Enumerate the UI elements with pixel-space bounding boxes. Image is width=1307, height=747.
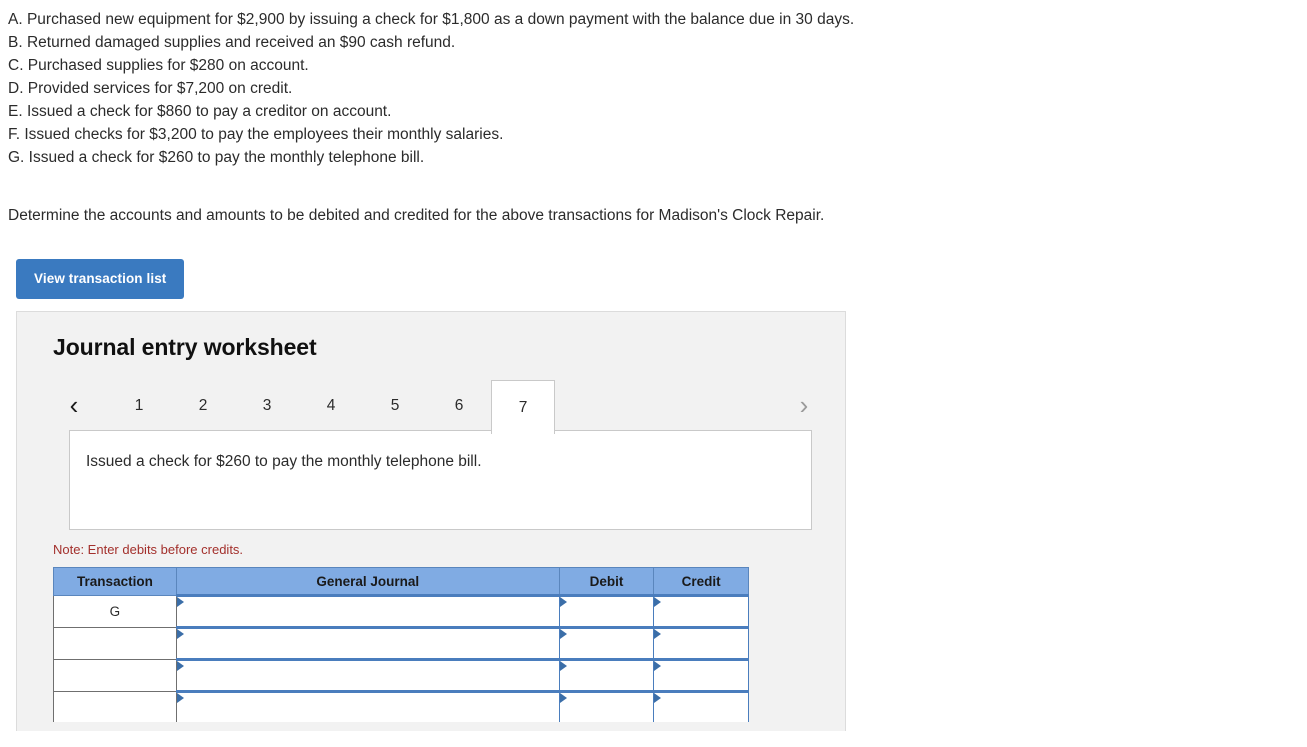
cell-general-journal-select[interactable] — [175, 594, 560, 628]
journal-entry-worksheet-panel: Journal entry worksheet ‹ › 1 2 3 4 5 6 … — [16, 311, 846, 731]
transaction-line-d: D. Provided services for $7,200 on credi… — [8, 80, 293, 97]
tab-1[interactable]: 1 — [107, 380, 171, 430]
table-row — [53, 690, 749, 722]
page-root: A. Purchased new equipment for $2,900 by… — [0, 0, 1307, 731]
header-general-journal: General Journal — [175, 567, 560, 596]
worksheet-tab-bar: ‹ › 1 2 3 4 5 6 7 — [17, 380, 845, 434]
cell-debit-input[interactable] — [558, 626, 655, 660]
cell-general-journal-select[interactable] — [175, 626, 560, 660]
tab-5[interactable]: 5 — [363, 380, 427, 430]
transaction-line-c: C. Purchased supplies for $280 on accoun… — [8, 57, 309, 74]
view-transaction-list-button[interactable]: View transaction list — [16, 259, 185, 299]
cell-transaction — [53, 691, 177, 722]
cell-credit-input[interactable] — [653, 594, 749, 628]
chevron-right-icon[interactable]: › — [787, 380, 821, 430]
table-header-row: Transaction General Journal Debit Credit — [53, 567, 749, 596]
table-row — [53, 658, 749, 692]
tab-4[interactable]: 4 — [299, 380, 363, 430]
transaction-line-g: G. Issued a check for $260 to pay the mo… — [8, 149, 425, 166]
cell-transaction: G — [53, 595, 177, 628]
cell-credit-input[interactable] — [653, 690, 749, 722]
transaction-line-b: B. Returned damaged supplies and receive… — [8, 34, 456, 51]
cell-debit-input[interactable] — [558, 594, 655, 628]
tab-6[interactable]: 6 — [427, 380, 491, 430]
worksheet-title: Journal entry worksheet — [53, 334, 317, 360]
instruction-text: Determine the accounts and amounts to be… — [8, 207, 825, 224]
header-credit: Credit — [653, 567, 749, 596]
transaction-line-f: F. Issued checks for $3,200 to pay the e… — [8, 126, 504, 143]
cell-credit-input[interactable] — [653, 658, 749, 692]
journal-table-wrapper: Transaction General Journal Debit Credit… — [17, 557, 845, 722]
tab-2[interactable]: 2 — [171, 380, 235, 430]
cell-transaction — [53, 627, 177, 660]
transaction-line-e: E. Issued a check for $860 to pay a cred… — [8, 103, 392, 120]
table-row — [53, 626, 749, 660]
cell-credit-input[interactable] — [653, 626, 749, 660]
cell-transaction — [53, 659, 177, 692]
worksheet-tabs: 1 2 3 4 5 6 7 — [107, 380, 555, 434]
header-debit: Debit — [558, 567, 655, 596]
debits-before-credits-note: Note: Enter debits before credits. — [53, 542, 244, 557]
transaction-description-box: Issued a check for $260 to pay the month… — [69, 430, 812, 530]
chevron-left-icon[interactable]: ‹ — [57, 380, 91, 430]
cell-general-journal-select[interactable] — [175, 690, 560, 722]
cell-general-journal-select[interactable] — [175, 658, 560, 692]
transaction-description-text: Issued a check for $260 to pay the month… — [86, 453, 482, 470]
header-transaction: Transaction — [53, 567, 177, 596]
button-row: View transaction list — [0, 259, 1307, 299]
tab-7[interactable]: 7 — [491, 380, 555, 434]
cell-debit-input[interactable] — [558, 690, 655, 722]
table-row: G — [53, 594, 749, 628]
journal-entry-table: Transaction General Journal Debit Credit… — [53, 567, 749, 722]
tab-3[interactable]: 3 — [235, 380, 299, 430]
cell-debit-input[interactable] — [558, 658, 655, 692]
transaction-line-a: A. Purchased new equipment for $2,900 by… — [8, 11, 855, 28]
transaction-list: A. Purchased new equipment for $2,900 by… — [0, 0, 1307, 169]
